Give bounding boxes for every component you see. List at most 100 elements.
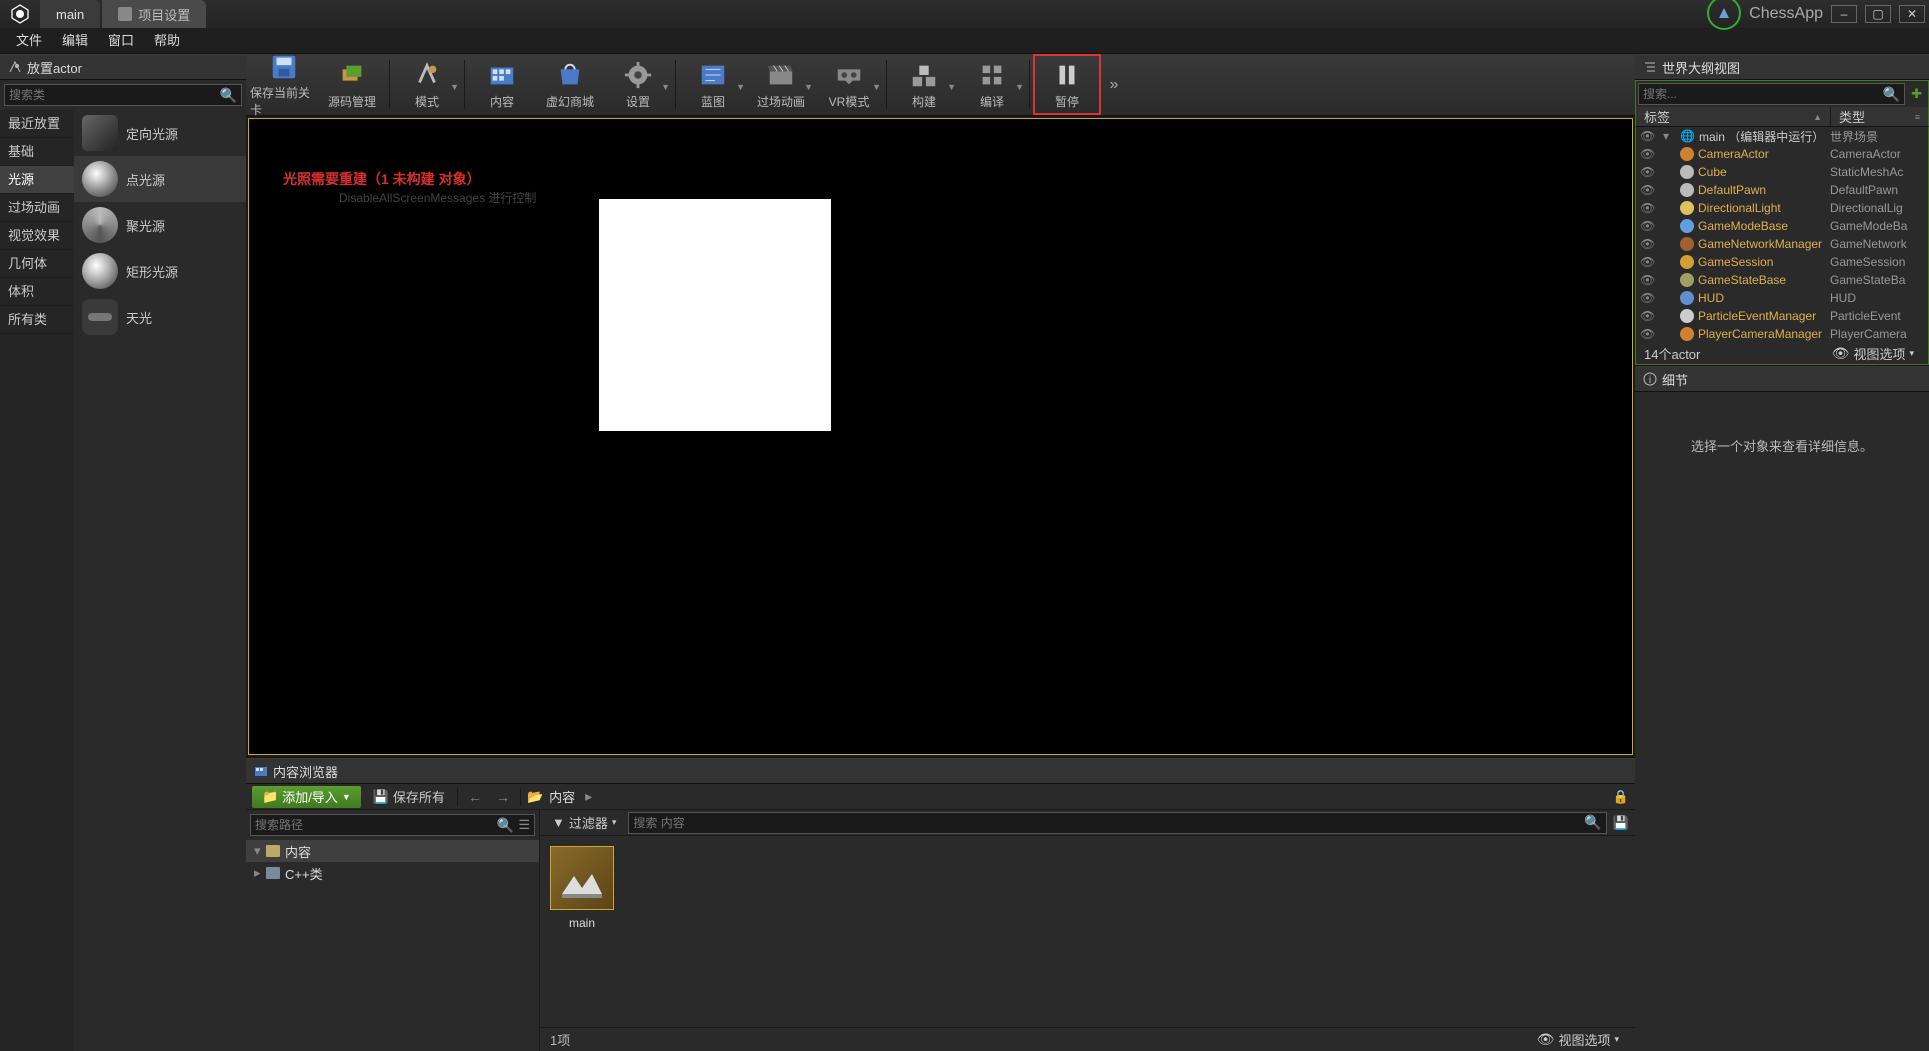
build-button[interactable]: 构建▼ [890, 54, 958, 115]
modes-button[interactable]: 模式▼ [393, 54, 461, 115]
place-actor-search[interactable]: 🔍 [4, 84, 242, 106]
place-actor-tab[interactable]: 放置actor [0, 54, 246, 80]
pause-button[interactable]: 暂停 [1033, 54, 1101, 115]
content-browser-tab[interactable]: 内容浏览器 [246, 758, 1635, 784]
outliner-header: 标签▲ 类型≡ [1635, 107, 1929, 127]
toolbar-overflow[interactable]: » [1101, 54, 1127, 115]
actor-rect-light[interactable]: 矩形光源 [74, 248, 246, 294]
outliner-search[interactable]: 🔍 [1638, 83, 1905, 105]
category-volumes[interactable]: 体积 [0, 278, 74, 306]
level-icon [550, 846, 614, 910]
path-search[interactable]: 🔍 ☰ [250, 814, 535, 836]
tab-project-settings[interactable]: 项目设置 [102, 0, 206, 28]
outliner-root[interactable]: 👁 ▾ 🌐 main （编辑器中运行） 世界场景 [1636, 127, 1928, 145]
filters-button[interactable]: ▼ 过滤器 ▾ [546, 813, 622, 832]
visibility-icon[interactable]: 👁 [1640, 327, 1656, 341]
outliner-row[interactable]: 👁GameSessionGameSession [1636, 253, 1928, 271]
outliner-row[interactable]: 👁GameNetworkManagerGameNetwork [1636, 235, 1928, 253]
source-control-button[interactable]: 源码管理 [318, 54, 386, 115]
search-input[interactable] [633, 816, 1584, 830]
vr-mode-button[interactable]: VR模式▼ [815, 54, 883, 115]
visibility-icon[interactable]: 👁 [1640, 183, 1656, 197]
save-all-button[interactable]: 💾 保存所有 [367, 787, 451, 806]
visibility-icon[interactable]: 👁 [1640, 147, 1656, 161]
search-input[interactable] [9, 88, 220, 102]
world-outliner-tab[interactable]: 世界大纲视图 [1635, 54, 1929, 80]
category-vfx[interactable]: 视觉效果 [0, 222, 74, 250]
actor-sky-light[interactable]: 天光 [74, 294, 246, 340]
column-label[interactable]: 标签▲ [1636, 107, 1830, 126]
search-input[interactable] [255, 818, 497, 832]
visibility-icon[interactable]: 👁 [1640, 237, 1656, 251]
category-basic[interactable]: 基础 [0, 138, 74, 166]
outliner-row[interactable]: 👁GameStateBaseGameStateBa [1636, 271, 1928, 289]
nav-back-button[interactable]: ← [464, 789, 486, 805]
breadcrumb-root[interactable]: 内容 [549, 787, 575, 806]
outliner-row[interactable]: 👁CameraActorCameraActor [1636, 145, 1928, 163]
outliner-row[interactable]: 👁HUDHUD [1636, 289, 1928, 307]
lock-icon[interactable]: 🔒 [1613, 789, 1629, 805]
blueprints-button[interactable]: 蓝图▼ [679, 54, 747, 115]
visibility-icon[interactable]: 👁 [1640, 273, 1656, 287]
settings-button[interactable]: 设置▼ [604, 54, 672, 115]
outliner-row[interactable]: 👁ParticleEventManagerParticleEvent [1636, 307, 1928, 325]
category-geometry[interactable]: 几何体 [0, 250, 74, 278]
content-search[interactable]: 🔍 [628, 812, 1606, 834]
close-button[interactable]: ✕ [1899, 5, 1925, 23]
maximize-button[interactable]: ▢ [1865, 5, 1891, 23]
project-status-icon[interactable] [1707, 0, 1741, 30]
row-type: GameSession [1830, 255, 1928, 269]
actor-directional-light[interactable]: 定向光源 [74, 110, 246, 156]
column-type[interactable]: 类型≡ [1830, 107, 1928, 126]
visibility-icon[interactable]: 👁 [1640, 255, 1656, 269]
asset-grid[interactable]: main [540, 836, 1635, 1027]
view-options-button[interactable]: 👁 视图选项 ▾ [1826, 344, 1920, 363]
tree-expand-icon[interactable]: ▸ [254, 865, 266, 881]
source-control-icon [336, 59, 368, 91]
visibility-icon[interactable]: 👁 [1640, 165, 1656, 179]
outliner-row[interactable]: 👁DefaultPawnDefaultPawn [1636, 181, 1928, 199]
tab-main[interactable]: main [40, 0, 100, 28]
add-import-button[interactable]: 📁 添加/导入 ▼ [252, 786, 361, 808]
visibility-icon[interactable]: 👁 [1640, 129, 1656, 143]
viewport[interactable]: 光照需要重建（1 未构建 对象） DisableAllScreenMessage… [248, 118, 1633, 755]
outliner-row[interactable]: 👁PlayerCameraManagerPlayerCamera [1636, 325, 1928, 343]
visibility-icon[interactable]: 👁 [1640, 309, 1656, 323]
collapse-tree-icon[interactable]: ☰ [518, 817, 530, 833]
category-all[interactable]: 所有类 [0, 306, 74, 334]
cinematics-button[interactable]: 过场动画▼ [747, 54, 815, 115]
tree-item-cpp[interactable]: ▸ C++类 [246, 862, 539, 884]
details-tab[interactable]: i 细节 [1635, 366, 1929, 392]
category-recent[interactable]: 最近放置 [0, 110, 74, 138]
visibility-icon[interactable]: 👁 [1640, 201, 1656, 215]
minimize-button[interactable]: – [1831, 5, 1857, 23]
actor-spot-light[interactable]: 聚光源 [74, 202, 246, 248]
menu-help[interactable]: 帮助 [144, 28, 190, 54]
save-icon[interactable]: 💾 [1613, 815, 1629, 831]
button-label: 视图选项 [1558, 1030, 1610, 1049]
marketplace-button[interactable]: 虚幻商城 [536, 54, 604, 115]
menu-window[interactable]: 窗口 [98, 28, 144, 54]
save-level-button[interactable]: 保存当前关卡 [250, 54, 318, 115]
tree-collapse-icon[interactable]: ▾ [1656, 129, 1676, 143]
view-options-button[interactable]: 👁 视图选项 ▾ [1531, 1030, 1625, 1049]
outliner-row[interactable]: 👁DirectionalLightDirectionalLig [1636, 199, 1928, 217]
search-input[interactable] [1643, 87, 1883, 101]
category-cinematic[interactable]: 过场动画 [0, 194, 74, 222]
nav-forward-button[interactable]: → [492, 789, 514, 805]
outliner-list[interactable]: 👁 ▾ 🌐 main （编辑器中运行） 世界场景 👁CameraActorCam… [1635, 127, 1929, 343]
menu-file[interactable]: 文件 [6, 28, 52, 54]
menu-edit[interactable]: 编辑 [52, 28, 98, 54]
tree-item-content[interactable]: ▾ 内容 [246, 840, 539, 862]
actor-point-light[interactable]: 点光源 [74, 156, 246, 202]
tree-expand-icon[interactable]: ▾ [254, 843, 266, 859]
add-folder-icon[interactable]: ✚ [1907, 86, 1926, 102]
compile-button[interactable]: 编译▼ [958, 54, 1026, 115]
category-lights[interactable]: 光源 [0, 166, 74, 194]
content-button[interactable]: 内容 [468, 54, 536, 115]
outliner-row[interactable]: 👁GameModeBaseGameModeBa [1636, 217, 1928, 235]
visibility-icon[interactable]: 👁 [1640, 291, 1656, 305]
asset-main[interactable]: main [550, 846, 614, 930]
visibility-icon[interactable]: 👁 [1640, 219, 1656, 233]
outliner-row[interactable]: 👁CubeStaticMeshAc [1636, 163, 1928, 181]
